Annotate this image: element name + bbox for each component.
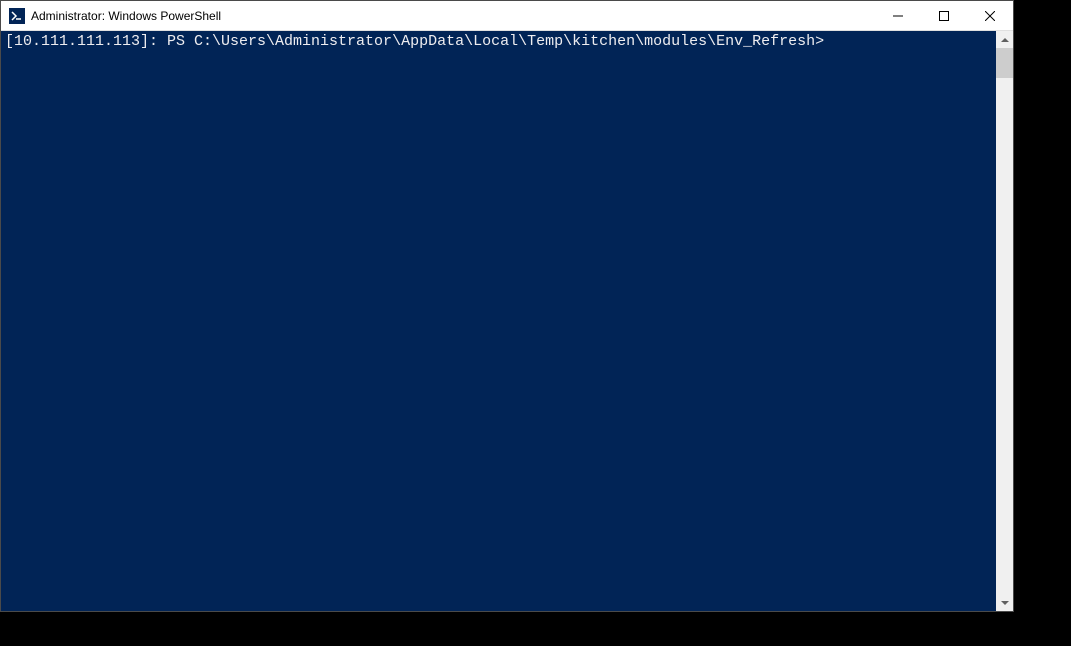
vertical-scrollbar[interactable] bbox=[996, 31, 1013, 611]
minimize-button[interactable] bbox=[875, 1, 921, 30]
titlebar[interactable]: Administrator: Windows PowerShell bbox=[1, 1, 1013, 31]
chevron-up-icon bbox=[1001, 38, 1009, 42]
close-button[interactable] bbox=[967, 1, 1013, 30]
close-icon bbox=[985, 11, 995, 21]
scroll-up-button[interactable] bbox=[996, 31, 1013, 48]
maximize-button[interactable] bbox=[921, 1, 967, 30]
prompt-text: [10.111.111.113]: PS C:\Users\Administra… bbox=[5, 33, 824, 50]
scrollbar-track[interactable] bbox=[996, 48, 1013, 594]
window-controls bbox=[875, 1, 1013, 30]
powershell-window: Administrator: Windows PowerShell [10 bbox=[0, 0, 1014, 612]
scroll-down-button[interactable] bbox=[996, 594, 1013, 611]
window-title: Administrator: Windows PowerShell bbox=[31, 9, 875, 23]
minimize-icon bbox=[893, 11, 903, 21]
terminal-content[interactable]: [10.111.111.113]: PS C:\Users\Administra… bbox=[1, 31, 996, 611]
terminal-area: [10.111.111.113]: PS C:\Users\Administra… bbox=[1, 31, 1013, 611]
chevron-down-icon bbox=[1001, 601, 1009, 605]
maximize-icon bbox=[939, 11, 949, 21]
scrollbar-thumb[interactable] bbox=[996, 48, 1013, 78]
powershell-icon bbox=[9, 8, 25, 24]
